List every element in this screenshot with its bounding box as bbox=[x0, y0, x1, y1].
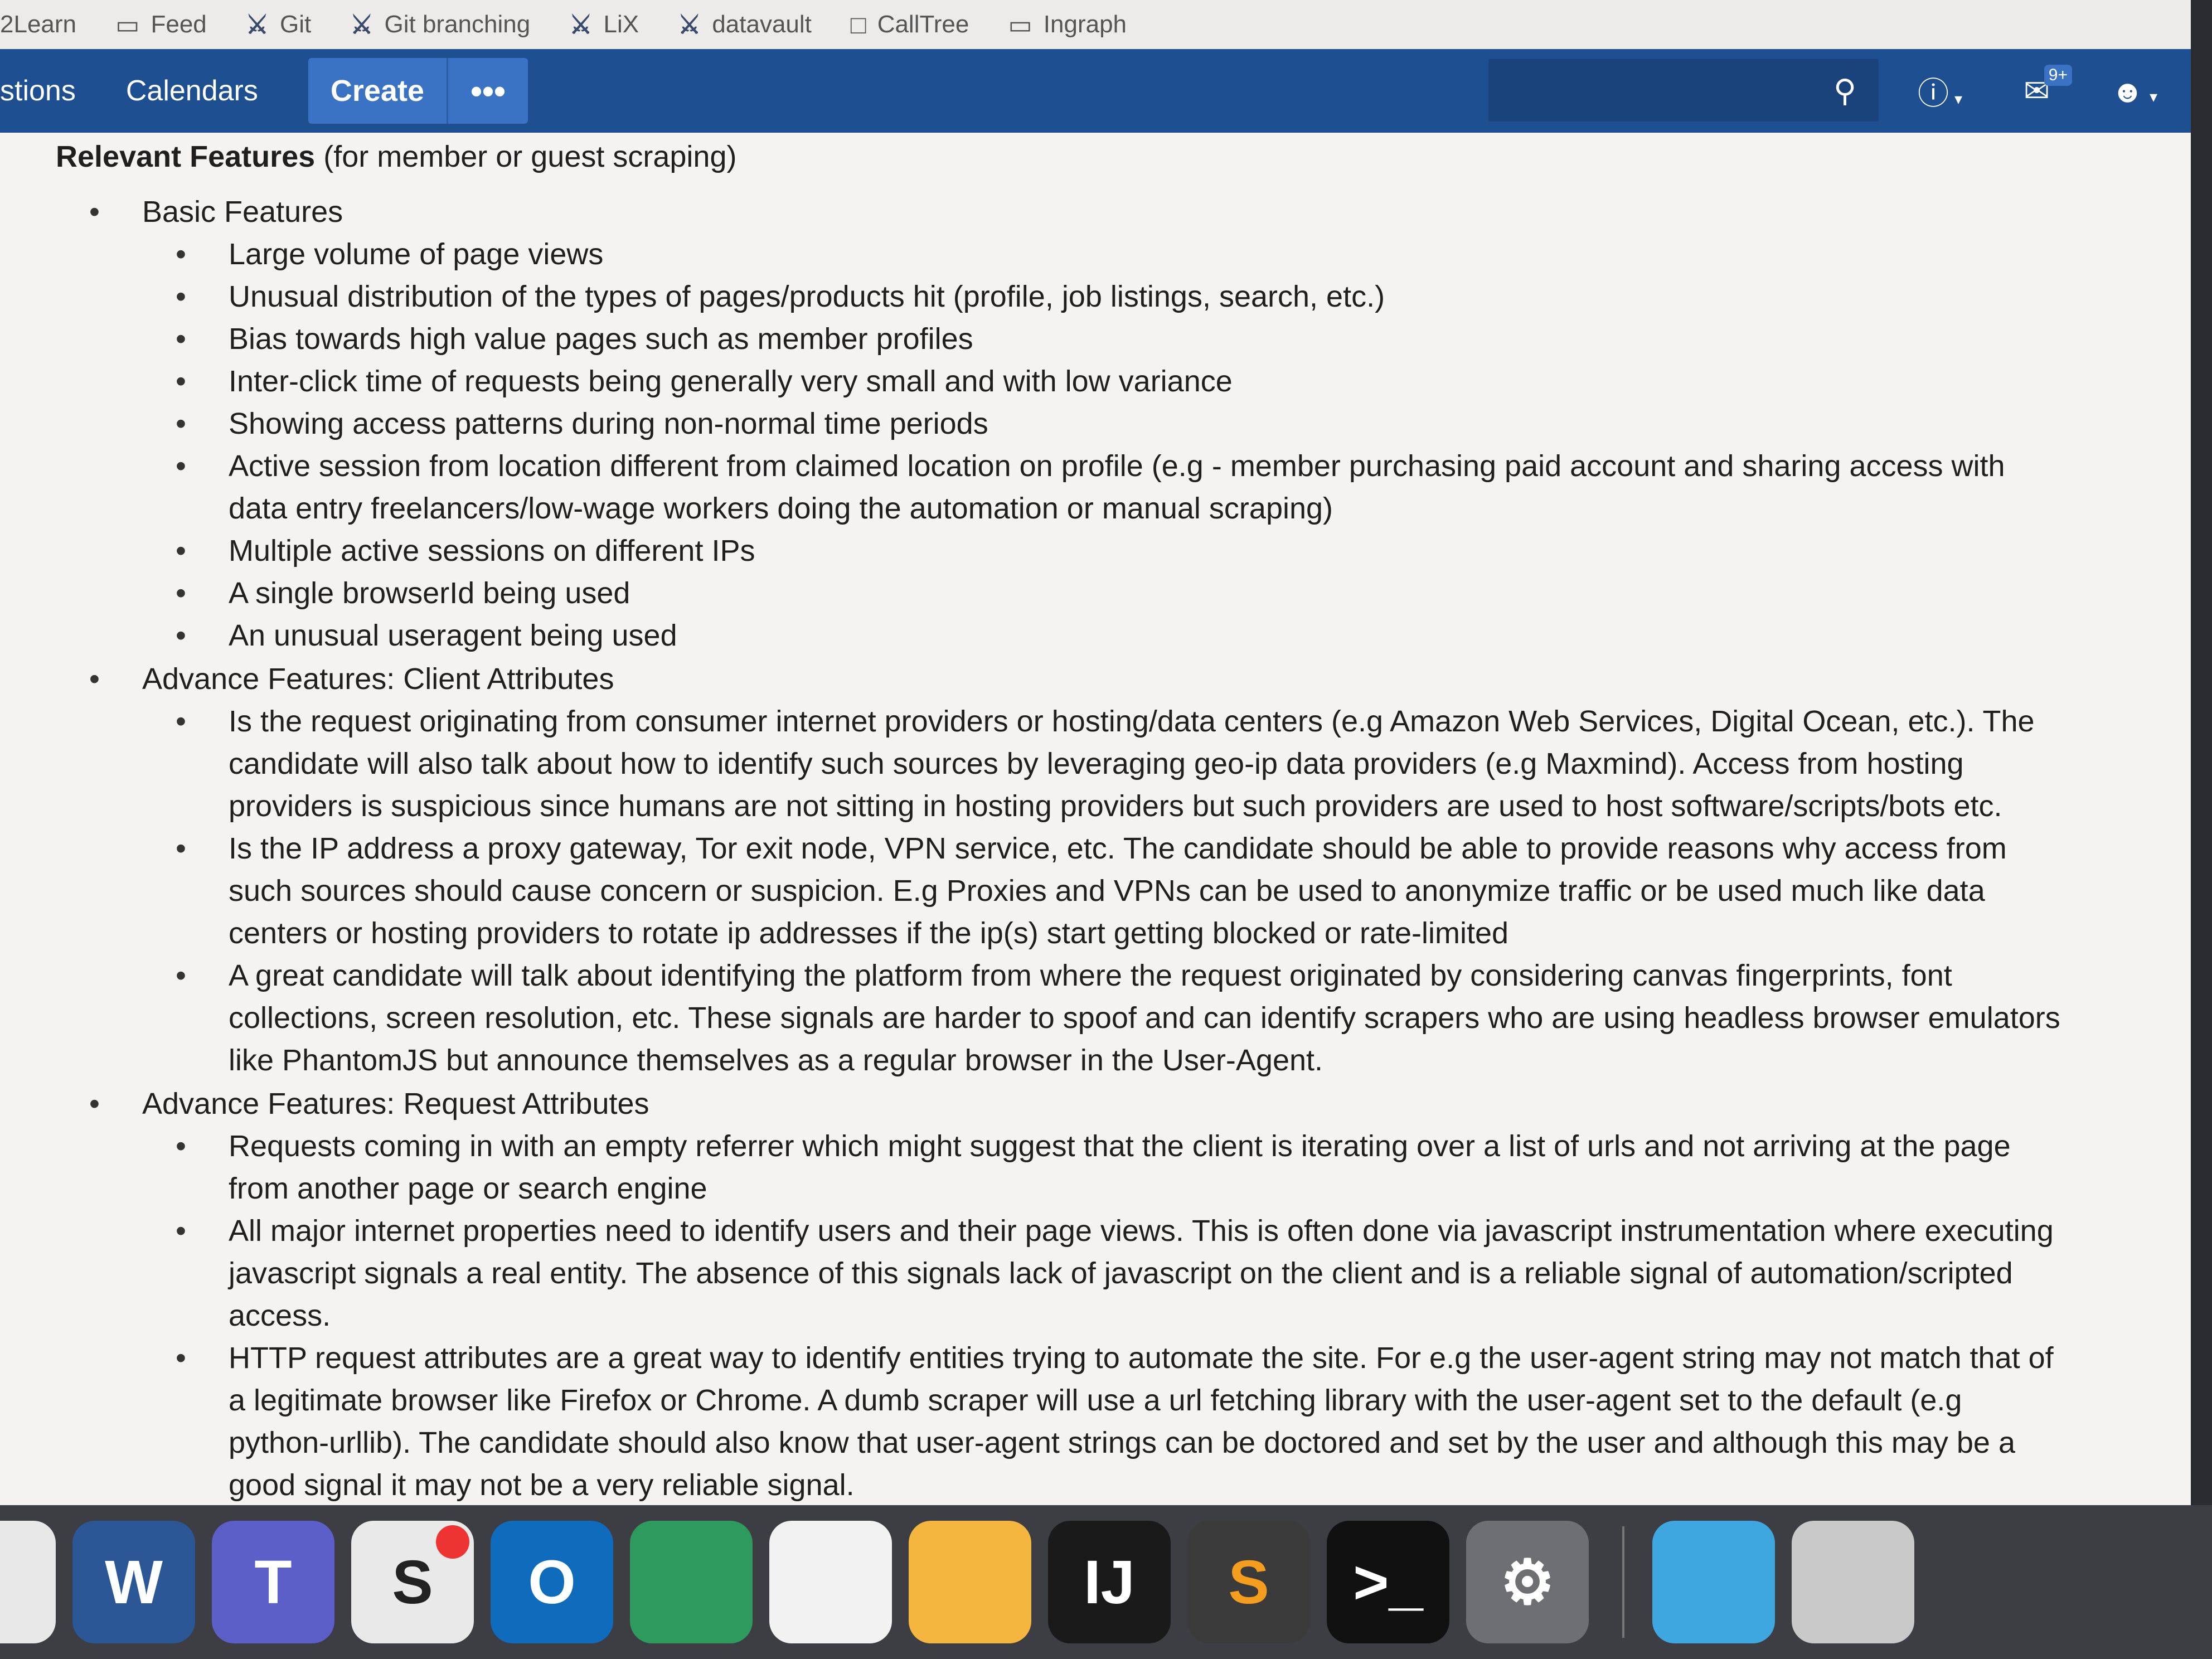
dock-app-label: ⚙ bbox=[1500, 1548, 1555, 1617]
dock-app-terminal[interactable]: >_ bbox=[1327, 1521, 1449, 1643]
notification-dot bbox=[436, 1525, 469, 1559]
dock-app-intellij[interactable]: IJ bbox=[1048, 1521, 1171, 1643]
section-heading: Relevant Features (for member or guest s… bbox=[56, 139, 2063, 174]
feature-item: Is the IP address a proxy gateway, Tor e… bbox=[176, 827, 2063, 954]
tool-icon: ⚔ bbox=[245, 10, 269, 39]
notifications-icon[interactable]: ✉ 9+ bbox=[2024, 65, 2072, 109]
feature-section-title: Basic Features bbox=[142, 195, 343, 229]
dock-app-label: S bbox=[392, 1548, 433, 1617]
more-button[interactable]: ••• bbox=[446, 58, 528, 124]
feature-section: Advance Features: Client Attributes Is th… bbox=[89, 658, 2063, 1081]
feature-item: A single browserId being used bbox=[176, 572, 2063, 614]
create-button[interactable]: Create bbox=[308, 58, 447, 124]
dock-app-photos[interactable] bbox=[909, 1521, 1031, 1643]
feature-item: An unusual useragent being used bbox=[176, 614, 2063, 657]
feature-section: Advance Features: Request Attributes Requ… bbox=[89, 1083, 2063, 1505]
dock-app-label: >_ bbox=[1353, 1548, 1423, 1617]
dock-app-label: IJ bbox=[1084, 1548, 1135, 1617]
bookmark-item[interactable]: ⚔ Git branching bbox=[350, 9, 530, 40]
dock-app-label: W bbox=[105, 1548, 163, 1617]
dock-app-label: T bbox=[254, 1548, 292, 1617]
dock-app-slack[interactable]: S bbox=[351, 1521, 474, 1643]
heading-bold: Relevant Features bbox=[56, 140, 316, 173]
bookmark-item[interactable]: 2Learn bbox=[0, 11, 76, 38]
feature-item: Bias towards high value pages such as me… bbox=[176, 318, 2063, 360]
feature-sublist: Is the request originating from consumer… bbox=[142, 700, 2063, 1081]
tool-icon: ⚔ bbox=[350, 10, 373, 39]
bookmark-item[interactable]: ⚔ datavault bbox=[678, 9, 812, 40]
bookmark-item[interactable]: □ CallTree bbox=[851, 9, 969, 40]
feature-item: Large volume of page views bbox=[176, 233, 2063, 275]
feature-item: Multiple active sessions on different IP… bbox=[176, 530, 2063, 572]
dock-app-word[interactable]: W bbox=[72, 1521, 195, 1643]
help-icon[interactable]: ⓘ ▾ bbox=[1918, 69, 1962, 114]
bookmark-item[interactable]: ⚔ Git bbox=[246, 9, 311, 40]
dock-app-trash[interactable] bbox=[1792, 1521, 1914, 1643]
feature-section: Basic Features Large volume of page views… bbox=[89, 191, 2063, 657]
bookmark-label: datavault bbox=[712, 11, 812, 38]
dock-app-wifi[interactable] bbox=[769, 1521, 892, 1643]
feature-sublist: Large volume of page viewsUnusual distri… bbox=[142, 233, 2063, 657]
bookmark-label: Feed bbox=[151, 11, 207, 38]
dock-separator bbox=[1622, 1526, 1624, 1638]
feature-section-title: Advance Features: Request Attributes bbox=[142, 1087, 649, 1120]
nav-item-calendars[interactable]: Calendars bbox=[126, 74, 258, 108]
notification-badge: 9+ bbox=[2044, 65, 2072, 86]
confluence-top-nav: stions Calendars Create ••• ⚲ ⓘ ▾ ✉ 9+ ☻ ▾ bbox=[0, 49, 2191, 133]
bookmark-item[interactable]: ⚔ LiX bbox=[569, 9, 639, 40]
user-avatar-icon[interactable]: ☻ ▾ bbox=[2111, 73, 2157, 109]
bookmark-label: CallTree bbox=[877, 11, 969, 38]
bookmark-label: 2Learn bbox=[0, 11, 77, 38]
dock-app-label: S bbox=[1228, 1548, 1269, 1617]
features-list: Basic Features Large volume of page views… bbox=[56, 191, 2063, 1505]
bookmark-item[interactable]: ▭ Feed bbox=[115, 9, 207, 40]
dock-app-partial[interactable] bbox=[0, 1521, 56, 1643]
dock: W T S O IJ S >_ ⚙ bbox=[0, 1505, 2212, 1659]
tool-icon: ⚔ bbox=[678, 10, 701, 39]
feature-section-title: Advance Features: Client Attributes bbox=[142, 662, 614, 696]
search-icon[interactable]: ⚲ bbox=[1833, 72, 1856, 109]
heading-rest: (for member or guest scraping) bbox=[315, 140, 737, 173]
bookmark-item[interactable]: ▭ Ingraph bbox=[1008, 9, 1127, 40]
folder-icon: ▭ bbox=[1008, 10, 1032, 39]
tool-icon: ⚔ bbox=[569, 10, 593, 39]
bookmark-label: Ingraph bbox=[1043, 11, 1127, 38]
feature-item: All major internet properties need to id… bbox=[176, 1210, 2063, 1337]
feature-item: Is the request originating from consumer… bbox=[176, 700, 2063, 827]
feature-item: Showing access patterns during non-norma… bbox=[176, 402, 2063, 445]
dock-app-vpn[interactable] bbox=[630, 1521, 753, 1643]
document-icon: □ bbox=[850, 10, 866, 39]
dock-app-teams[interactable]: T bbox=[212, 1521, 334, 1643]
feature-item: Active session from location different f… bbox=[176, 445, 2063, 530]
bookmark-label: Git bbox=[280, 11, 312, 38]
feature-item: Requests coming in with an empty referre… bbox=[176, 1125, 2063, 1210]
screen: 2Learn ▭ Feed ⚔ Git ⚔ Git branching ⚔ LiX ⚔ datava… bbox=[0, 0, 2191, 1505]
page-content: Relevant Features (for member or guest s… bbox=[56, 139, 2063, 1505]
dock-app-downloads[interactable] bbox=[1652, 1521, 1775, 1643]
dock-app-label: O bbox=[528, 1548, 576, 1617]
feature-item: A great candidate will talk about identi… bbox=[176, 954, 2063, 1081]
bookmark-label: LiX bbox=[603, 11, 639, 38]
feature-item: HTTP request attributes are a great way … bbox=[176, 1337, 2063, 1505]
nav-item-questions[interactable]: stions bbox=[0, 74, 76, 108]
bookmark-label: Git branching bbox=[384, 11, 531, 38]
bookmarks-bar: 2Learn ▭ Feed ⚔ Git ⚔ Git branching ⚔ LiX ⚔ datava… bbox=[0, 0, 2191, 50]
feature-item: Inter-click time of requests being gener… bbox=[176, 360, 2063, 402]
dock-app-outlook[interactable]: O bbox=[491, 1521, 613, 1643]
dock-app-sublime[interactable]: S bbox=[1187, 1521, 1310, 1643]
folder-icon: ▭ bbox=[115, 10, 140, 39]
feature-item: Unusual distribution of the types of pag… bbox=[176, 275, 2063, 318]
feature-sublist: Requests coming in with an empty referre… bbox=[142, 1125, 2063, 1505]
dock-app-settings[interactable]: ⚙ bbox=[1466, 1521, 1589, 1643]
